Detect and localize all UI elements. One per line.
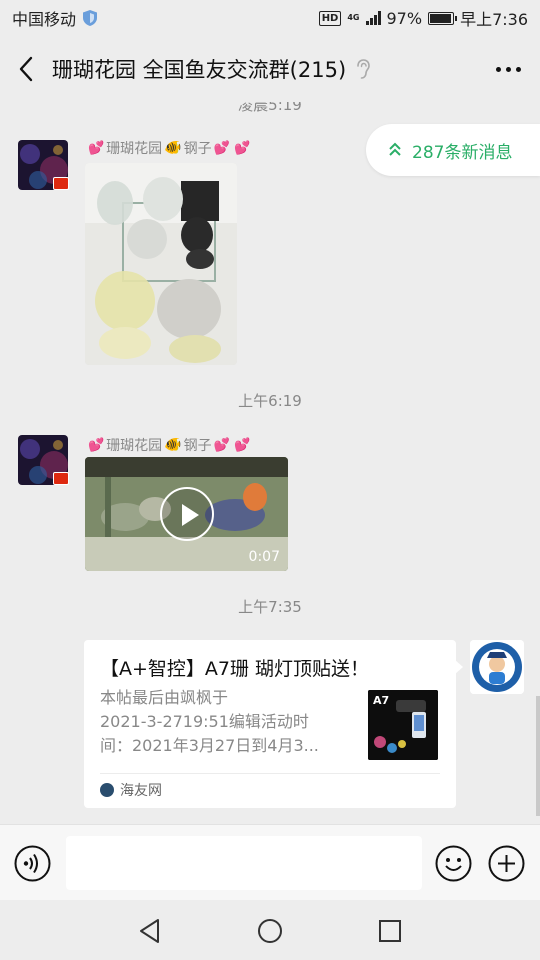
- hd-badge: HD: [318, 10, 342, 26]
- new-messages-label: 287条新消息: [412, 142, 513, 163]
- sender-name: 💕 珊瑚花园 🐠 钢子 💕 💕: [88, 435, 250, 455]
- play-icon[interactable]: [160, 487, 214, 541]
- ear-icon: [357, 59, 370, 79]
- new-messages-pill[interactable]: 287条新消息: [366, 124, 540, 176]
- flag-icon: [53, 472, 69, 485]
- status-left: 中国移动: [12, 6, 98, 30]
- sender-name: 💕 珊瑚花园 🐠 钢子 💕 💕: [88, 138, 250, 158]
- link-desc-line: 2021-3-2719:51编辑活动时: [100, 712, 309, 731]
- carrier-name: 中国移动: [12, 10, 77, 29]
- double-chevron-up-icon: [389, 142, 401, 156]
- chat-header: 珊瑚花园 全国鱼友交流群(215): [0, 36, 540, 102]
- sender-suffix: 钢子: [183, 438, 212, 454]
- link-thumbnail: A7: [368, 690, 438, 760]
- scrollbar[interactable]: [536, 696, 540, 816]
- timestamp: 上午7:35: [238, 598, 302, 616]
- chevron-left-icon[interactable]: [0, 36, 52, 102]
- timestamp: 凌晨5:19: [238, 102, 302, 114]
- battery-level: [430, 13, 452, 23]
- network-type: 4G: [347, 14, 359, 22]
- link-desc-line: 间：2021年3月27日到4月3...: [100, 736, 319, 755]
- video-duration: 0:07: [248, 549, 280, 565]
- nav-back-icon[interactable]: [138, 918, 162, 944]
- shield-icon: [83, 10, 98, 26]
- nav-recent-icon[interactable]: [378, 919, 402, 943]
- emoji-icon[interactable]: [435, 845, 472, 882]
- sender-suffix: 钢子: [183, 141, 212, 157]
- link-desc-line: 本帖最后由飒枫于: [100, 688, 229, 707]
- divider: [100, 773, 440, 774]
- sender-label: 珊瑚花园: [106, 438, 163, 454]
- timestamp: 上午6:19: [238, 392, 302, 410]
- network-label: 4G: [347, 13, 360, 22]
- flag-icon: [53, 177, 69, 190]
- nav-home-icon[interactable]: [257, 918, 283, 944]
- link-card[interactable]: 【A+智控】A7珊 瑚灯顶贴送！ 本帖最后由飒枫于 2021-3-2719:51…: [84, 640, 463, 808]
- video-message[interactable]: 0:07: [85, 457, 288, 571]
- status-bar: 中国移动 HD 4G 97% 早上7:36: [0, 0, 540, 36]
- fish-icon: 🐠: [164, 437, 182, 453]
- battery-icon: [428, 11, 458, 25]
- chat-area[interactable]: 凌晨5:19 💕 珊瑚花园 🐠 钢子 💕 💕 上午6:19 💕 珊瑚花园 🐠 钢…: [0, 102, 540, 824]
- signal-icon: [365, 11, 381, 25]
- sender-label: 珊瑚花园: [106, 141, 163, 157]
- link-title: 【A+智控】A7珊 瑚灯顶贴送！: [100, 658, 370, 680]
- system-nav-bar: [0, 900, 540, 960]
- source-label: 海友网: [120, 783, 162, 799]
- heart-icon: 💕: [88, 437, 105, 453]
- plus-icon[interactable]: [488, 845, 525, 882]
- heart-icon: 💕 💕: [213, 437, 251, 453]
- thumb-label: A7: [373, 694, 390, 707]
- battery-percent: 97%: [386, 8, 423, 28]
- chat-title: 珊瑚花园 全国鱼友交流群(215): [52, 54, 372, 84]
- source-icon: [100, 783, 114, 797]
- heart-icon: 💕: [88, 140, 105, 156]
- clock: 早上7:36: [460, 10, 528, 29]
- group-name: 珊瑚花园 全国鱼友交流群(215): [52, 58, 347, 82]
- input-bar: [0, 824, 540, 900]
- message-input[interactable]: [66, 836, 422, 890]
- fish-icon: 🐠: [164, 140, 182, 156]
- heart-icon: 💕 💕: [213, 140, 251, 156]
- link-source: 海友网: [100, 780, 162, 800]
- more-dots-icon[interactable]: [476, 36, 540, 102]
- link-description: 本帖最后由飒枫于 2021-3-2719:51编辑活动时 间：2021年3月27…: [100, 686, 350, 758]
- status-right: HD 4G 97% 早上7:36: [318, 6, 528, 30]
- image-message[interactable]: [85, 163, 237, 365]
- my-avatar[interactable]: [470, 640, 524, 694]
- voice-icon[interactable]: [14, 845, 51, 882]
